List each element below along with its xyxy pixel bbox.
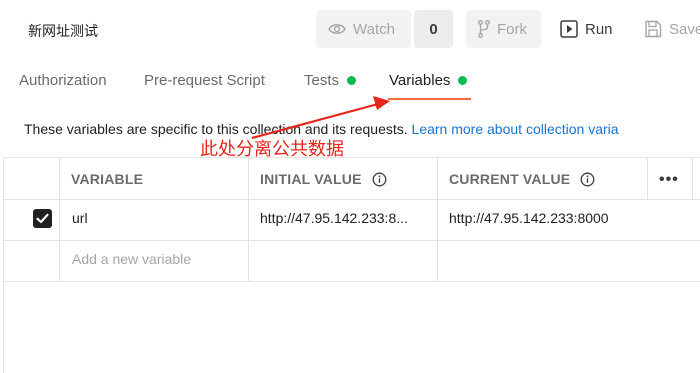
watch-label: Watch [353, 20, 395, 38]
watch-button[interactable]: Watch [316, 10, 411, 48]
checkmark-icon [36, 213, 49, 224]
active-tab-indicator [388, 98, 471, 100]
tab-label: Tests [304, 72, 340, 89]
save-label: Save [669, 20, 700, 38]
row-enabled-checkbox[interactable] [33, 209, 52, 228]
column-divider [59, 157, 60, 281]
play-icon [560, 20, 578, 38]
column-divider [647, 157, 648, 199]
eye-icon [328, 24, 346, 34]
tab-tests[interactable]: Tests [304, 72, 357, 89]
variable-name-cell[interactable]: url [72, 210, 88, 226]
status-dot [347, 76, 357, 85]
column-divider [437, 157, 438, 281]
column-header-variable: VARIABLE [71, 171, 144, 187]
column-divider [692, 157, 693, 199]
tab-label: Authorization [19, 72, 107, 89]
current-value-cell[interactable]: http://47.95.142.233:8000 [449, 210, 609, 226]
run-label: Run [585, 20, 613, 38]
tab-variables[interactable]: Variables [389, 72, 468, 89]
collection-title: 新网址测试 [28, 24, 98, 40]
tab-pre-request-script[interactable]: Pre-request Script [144, 72, 265, 89]
column-header-initial-value: INITIAL VALUE [260, 171, 387, 187]
divider [3, 281, 700, 282]
tab-bar: Authorization Pre-request Script Tests V… [0, 60, 700, 102]
column-divider [3, 157, 4, 373]
more-options-icon[interactable]: ••• [659, 171, 679, 189]
run-button[interactable]: Run [550, 10, 620, 48]
divider [3, 240, 700, 241]
fork-label: Fork [497, 20, 527, 38]
fork-icon [478, 20, 490, 38]
fork-button[interactable]: Fork [466, 10, 541, 48]
save-icon [645, 20, 662, 38]
learn-more-link[interactable]: Learn more about collection varia [412, 121, 619, 137]
divider [3, 199, 700, 200]
info-icon[interactable] [372, 172, 387, 187]
tab-label: Pre-request Script [144, 72, 265, 89]
status-dot [458, 76, 468, 85]
initial-value-cell[interactable]: http://47.95.142.233:8... [260, 210, 408, 226]
tab-authorization[interactable]: Authorization [19, 72, 107, 89]
collection-header: 新网址测试 Watch 0 Fork Run Save [0, 0, 700, 60]
variables-table: VARIABLE INITIAL VALUE CURRENT VALUE •••… [3, 157, 700, 373]
watch-count[interactable]: 0 [414, 10, 453, 48]
add-new-variable-input[interactable]: Add a new variable [72, 251, 191, 267]
column-header-current-value: CURRENT VALUE [449, 171, 595, 187]
divider [3, 157, 700, 158]
tab-label: Variables [389, 72, 451, 89]
column-divider [248, 157, 249, 281]
info-icon[interactable] [580, 172, 595, 187]
save-button[interactable]: Save [636, 10, 700, 48]
